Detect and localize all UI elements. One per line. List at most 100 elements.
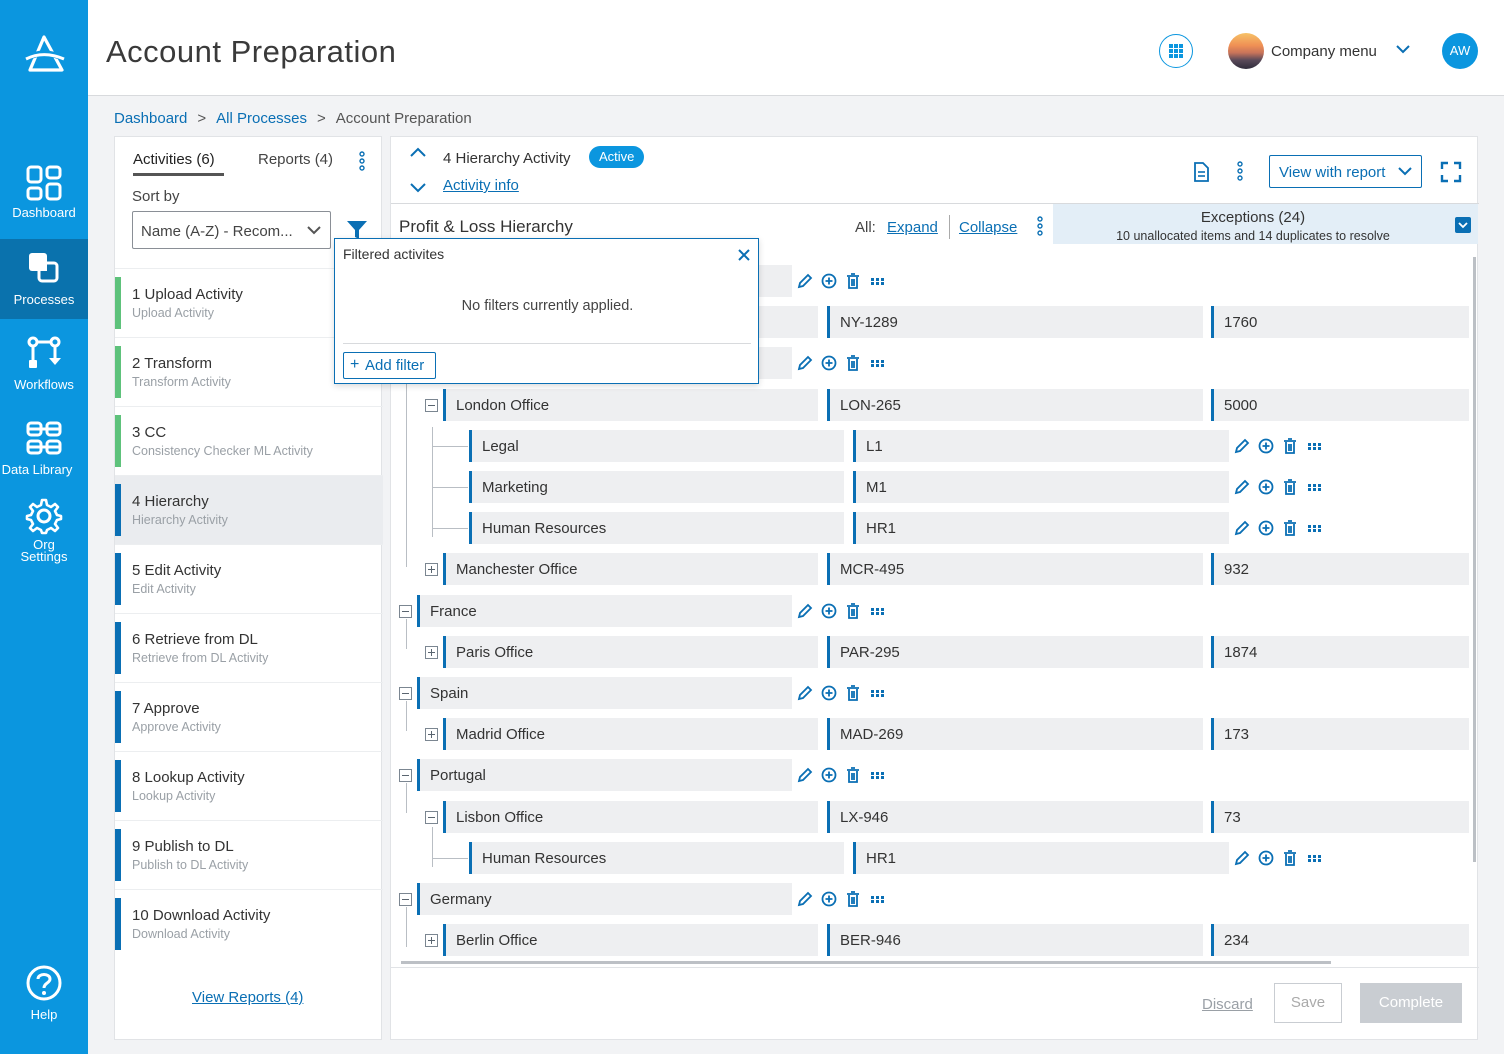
sort-select[interactable]: Name (A-Z) - Recom... [132,211,331,249]
delete-icon[interactable] [1281,519,1299,537]
edit-icon[interactable] [796,272,814,290]
tree-node-code[interactable]: LX-946 [827,800,1203,833]
activity-list-item[interactable]: 9 Publish to DL Publish to DL Activity [115,820,383,889]
nav-help[interactable]: Help [0,964,88,1044]
add-child-icon[interactable] [1257,519,1275,537]
delete-icon[interactable] [1281,849,1299,867]
tree-toggle[interactable] [399,687,412,700]
vertical-scrollbar[interactable] [1473,257,1476,862]
save-button[interactable]: Save [1274,983,1342,1023]
tree-node-code[interactable]: BER-946 [827,924,1203,957]
document-icon[interactable] [1193,162,1209,182]
discard-link[interactable]: Discard [1202,996,1253,1013]
tree-node-value[interactable]: 234 [1211,924,1469,957]
delete-icon[interactable] [844,890,862,908]
tree-toggle[interactable] [425,810,438,824]
activity-list-item[interactable]: 6 Retrieve from DL Retrieve from DL Activ… [115,613,383,682]
add-child-icon[interactable] [1257,849,1275,867]
activity-list-item[interactable]: 8 Lookup Activity Lookup Activity [115,751,383,820]
nav-data-library[interactable]: Data Library [0,415,88,495]
add-child-icon[interactable] [820,354,838,372]
edit-icon[interactable] [796,890,814,908]
edit-icon[interactable] [796,684,814,702]
tree-node-name[interactable]: Manchester Office [443,553,818,586]
drag-handle-icon[interactable] [868,602,886,620]
edit-icon[interactable] [1233,849,1251,867]
horizontal-scrollbar[interactable] [401,961,1331,964]
tree-node-name[interactable]: Marketing [469,471,844,503]
delete-icon[interactable] [1281,437,1299,455]
tree-node-value[interactable]: 932 [1211,553,1469,586]
activity-list-item[interactable]: 7 Approve Approve Activity [115,682,383,751]
tree-node-value[interactable]: 1760 [1211,306,1469,339]
breadcrumb-dashboard[interactable]: Dashboard [114,110,187,127]
add-child-icon[interactable] [820,272,838,290]
company-avatar[interactable] [1228,33,1264,69]
activity-list-item[interactable]: 3 CC Consistency Checker ML Activity [115,406,383,475]
view-reports-link[interactable]: View Reports (4) [192,989,303,1006]
delete-icon[interactable] [844,272,862,290]
apps-grid-button[interactable] [1159,34,1193,68]
exceptions-toggle-button[interactable] [1455,217,1471,233]
tree-toggle[interactable] [425,398,438,412]
drag-handle-icon[interactable] [1305,437,1323,455]
collapse-all-link[interactable]: Collapse [959,219,1017,236]
delete-icon[interactable] [844,354,862,372]
breadcrumb-all-processes[interactable]: All Processes [216,110,307,127]
more-vertical-icon[interactable] [358,151,366,171]
app-logo-icon[interactable] [22,34,66,74]
delete-icon[interactable] [844,684,862,702]
add-child-icon[interactable] [820,602,838,620]
edit-icon[interactable] [1233,519,1251,537]
view-with-report-select[interactable]: View with report [1269,155,1422,188]
tab-activities[interactable]: Activities (6) [133,151,215,168]
tree-toggle[interactable] [425,728,438,742]
tree-toggle[interactable] [399,893,412,906]
edit-icon[interactable] [1233,437,1251,455]
add-child-icon[interactable] [1257,478,1275,496]
tree-node-value[interactable]: 1874 [1211,635,1469,668]
nav-dashboard[interactable]: Dashboard [0,160,88,240]
tree-node-name[interactable]: Human Resources [469,512,844,545]
company-menu-label[interactable]: Company menu [1271,43,1377,60]
tab-reports[interactable]: Reports (4) [258,151,333,168]
delete-icon[interactable] [1281,478,1299,496]
tree-toggle[interactable] [399,604,412,618]
edit-icon[interactable] [796,354,814,372]
more-vertical-icon[interactable] [1036,216,1044,236]
add-child-icon[interactable] [820,766,838,784]
edit-icon[interactable] [796,766,814,784]
tree-node-name[interactable]: France [417,594,792,627]
drag-handle-icon[interactable] [1305,519,1323,537]
tree-node-name[interactable]: Portugal [417,759,792,792]
tree-node-name[interactable]: Madrid Office [443,718,818,751]
exceptions-bar[interactable]: Exceptions (24) 10 unallocated items and… [1053,204,1478,244]
more-vertical-icon[interactable] [1236,161,1244,181]
tree-node-code[interactable]: L1 [853,429,1229,462]
tree-node-value[interactable]: 5000 [1211,388,1469,421]
tree-node-name[interactable]: Germany [417,883,792,915]
tree-toggle[interactable] [399,769,412,783]
tree-node-name[interactable]: Legal [469,429,844,462]
user-avatar[interactable]: AW [1442,33,1478,69]
drag-handle-icon[interactable] [868,272,886,290]
activity-list-item[interactable]: 5 Edit Activity Edit Activity [115,544,383,613]
activity-list-item[interactable]: 10 Download Activity Download Activity [115,889,383,958]
drag-handle-icon[interactable] [1305,478,1323,496]
tree-node-code[interactable]: HR1 [853,841,1229,874]
tree-node-code[interactable]: M1 [853,471,1229,503]
chevron-down-icon[interactable] [409,182,427,194]
tree-node-name[interactable]: Lisbon Office [443,800,818,833]
close-icon[interactable] [738,249,750,261]
tree-node-code[interactable]: NY-1289 [827,306,1203,339]
tree-node-value[interactable]: 73 [1211,800,1469,833]
delete-icon[interactable] [844,602,862,620]
nav-workflows[interactable]: Workflows [0,330,88,410]
tree-toggle[interactable] [425,934,438,948]
fullscreen-icon[interactable] [1440,161,1462,183]
tree-node-name[interactable]: Human Resources [469,841,844,874]
nav-processes[interactable]: Processes [0,239,88,319]
drag-handle-icon[interactable] [868,684,886,702]
edit-icon[interactable] [1233,478,1251,496]
add-child-icon[interactable] [820,890,838,908]
